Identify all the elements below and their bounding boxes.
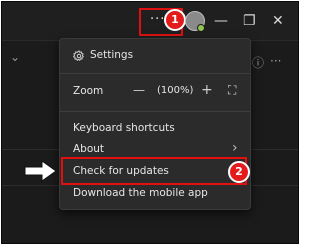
restore-button[interactable]: ❐ [243,13,256,29]
zoom-out-button[interactable]: — [133,83,145,97]
close-button[interactable]: ✕ [272,13,284,29]
annotation-step-2: 2 [228,161,250,183]
app-window: ··· 1 — ❐ ✕ ⓘ ··· ⌄ Settings Zoom — (100… [1,1,299,244]
arrow-right-icon [24,160,57,182]
background-chevron-icon: ⌄ [10,50,21,64]
chevron-right-icon: › [232,140,238,156]
title-bar: ··· 1 — ❐ ✕ [2,2,298,40]
annotation-highlight-check-for-updates [61,157,247,185]
menu-divider [60,111,250,112]
menu-item-label: Keyboard shortcuts [73,122,175,134]
menu-divider [60,73,250,74]
menu-item-label: About [73,143,105,155]
annotation-step-1: 1 [164,9,186,31]
background-more-icon: ··· [270,54,282,68]
menu-item-label: Download the mobile app [73,187,208,199]
menu-item-keyboard-shortcuts[interactable]: Keyboard shortcuts [60,119,250,139]
fullscreen-icon[interactable]: ⛶ [228,83,236,98]
minimize-button[interactable]: — [214,13,228,29]
menu-item-zoom: Zoom — (100%) + ⛶ [60,81,250,103]
menu-item-settings[interactable]: Settings [60,45,250,67]
menu-item-label: Settings [90,49,134,61]
zoom-in-button[interactable]: + [201,82,213,98]
zoom-label: Zoom [73,85,104,97]
menu-item-download-mobile-app[interactable]: Download the mobile app [60,184,250,204]
gear-icon [73,50,85,61]
background-info-icon: ⓘ [252,56,265,70]
presence-status-icon [197,24,205,32]
zoom-level: (100%) [157,85,194,96]
